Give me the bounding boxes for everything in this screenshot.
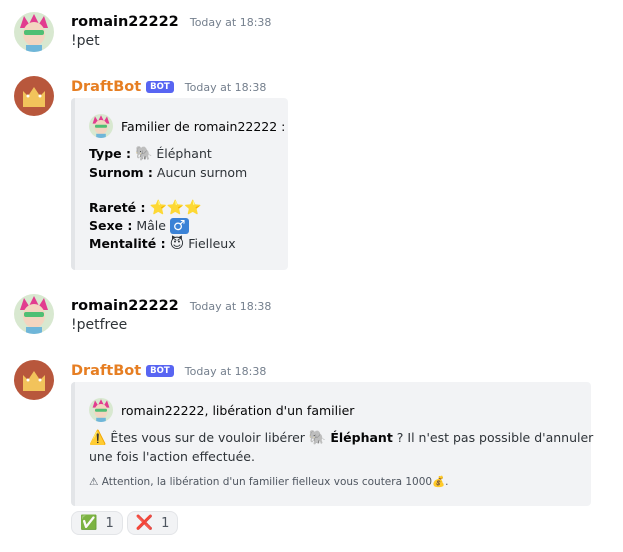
author-name[interactable]: DraftBot <box>71 79 141 95</box>
check-mark-icon: ✅ <box>80 515 98 531</box>
warning-icon: ⚠️ <box>89 430 107 446</box>
field-sex: Sexe : Mâle ♂ <box>89 218 189 234</box>
field-rarity: Rareté : ⭐⭐⭐ <box>89 200 202 216</box>
embed-author: Familier de romain22222 : <box>89 114 285 138</box>
cross-mark-icon: ❌ <box>135 515 154 531</box>
author-name[interactable]: romain22222 <box>71 298 179 314</box>
field-type: Type : 🐘 Éléphant <box>89 146 212 162</box>
user-avatar[interactable] <box>14 12 54 52</box>
bot-avatar[interactable] <box>14 76 54 116</box>
embed-author-name: romain22222, libération d'un familier <box>121 402 355 418</box>
embed-author-avatar <box>89 114 113 138</box>
embed-author: romain22222, libération d'un familier <box>89 398 354 422</box>
embed-description-line2: une fois l'action effectuée. <box>89 449 255 464</box>
timestamp: Today at 18:38 <box>184 81 267 94</box>
embed-author-avatar <box>89 398 113 422</box>
user-avatar[interactable] <box>14 294 54 334</box>
pet-info-embed: Familier de romain22222 : Type : 🐘 Éléph… <box>71 98 288 270</box>
message-1: romain22222 Today at 18:38 !pet <box>0 0 623 60</box>
bot-badge: BOT <box>146 365 174 377</box>
elephant-icon: 🐘 <box>134 146 153 162</box>
reaction-count: 1 <box>105 515 114 531</box>
pet-free-embed: romain22222, libération d'un familier ⚠️… <box>71 382 594 506</box>
reaction-check[interactable]: ✅ 1 <box>71 511 123 535</box>
elephant-icon: 🐘 <box>308 430 327 446</box>
star-icon: ⭐⭐⭐ <box>149 200 202 216</box>
reaction-count: 1 <box>161 515 170 531</box>
reactions-bar: ✅ 1 ❌ 1 <box>71 511 182 535</box>
embed-description-line1: ⚠️ Êtes vous sur de vouloir libérer 🐘 Él… <box>89 430 594 446</box>
author-name[interactable]: romain22222 <box>71 14 179 30</box>
timestamp: Today at 18:38 <box>184 365 267 378</box>
timestamp: Today at 18:38 <box>189 300 272 313</box>
embed-author-name: Familier de romain22222 : <box>121 118 286 134</box>
timestamp: Today at 18:38 <box>189 16 272 29</box>
smiling-imp-icon: 😈 <box>169 236 185 252</box>
message-text: !pet <box>71 33 100 49</box>
author-name[interactable]: DraftBot <box>71 363 141 379</box>
field-mood: Mentalité : 😈 Fielleux <box>89 236 236 252</box>
male-sign-icon: ♂ <box>169 218 189 234</box>
message-text: !petfree <box>71 317 128 333</box>
embed-footer: ⚠ Attention, la libération d'un familier… <box>89 476 449 488</box>
reaction-cross[interactable]: ❌ 1 <box>126 511 179 535</box>
bot-badge: BOT <box>146 81 174 93</box>
bot-avatar[interactable] <box>14 360 54 400</box>
field-nickname: Surnom : Aucun surnom <box>89 165 248 180</box>
